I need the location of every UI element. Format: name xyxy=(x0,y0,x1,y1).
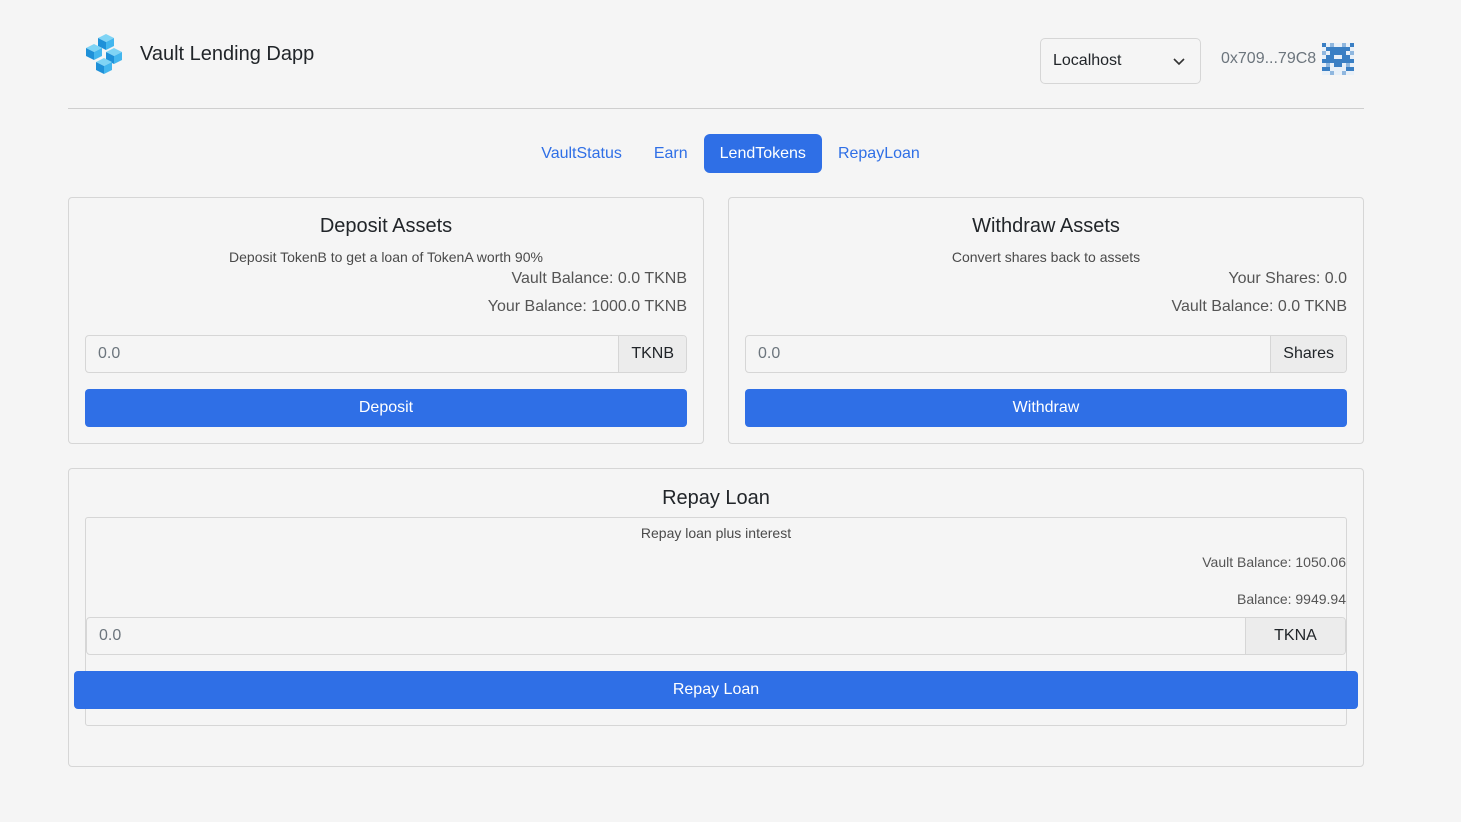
repay-unit-label: TKNA xyxy=(1245,618,1345,654)
deposit-button[interactable]: Deposit xyxy=(85,389,687,427)
deposit-amount-input[interactable] xyxy=(86,336,619,372)
repay-vault-balance: Vault Balance: 1050.06 xyxy=(1202,554,1346,570)
withdraw-amount-input[interactable] xyxy=(746,336,1271,372)
withdraw-subtitle: Convert shares back to assets xyxy=(951,249,1141,265)
withdraw-button[interactable]: Withdraw xyxy=(745,389,1347,427)
deposit-vault-balance: Vault Balance: 0.0 TKNB xyxy=(511,270,687,287)
withdraw-your-shares: Your Shares: 0.0 xyxy=(1228,270,1347,287)
repay-loan-button[interactable]: Repay Loan xyxy=(74,671,1358,709)
app-name: Vault Lending Dapp xyxy=(140,42,315,65)
deposit-title: Deposit Assets xyxy=(319,215,453,237)
deposit-unit-label: TKNB xyxy=(618,336,686,372)
tab-vaultstatus[interactable]: VaultStatus xyxy=(525,134,638,173)
repay-balance: Balance: 9949.94 xyxy=(1237,591,1346,607)
deposit-input-group: TKNB xyxy=(85,335,687,373)
nav-tabs: VaultStatus Earn LendTokens RepayLoan xyxy=(0,134,1461,173)
network-select[interactable]: Localhost xyxy=(1040,38,1201,84)
withdraw-unit-label: Shares xyxy=(1270,336,1346,372)
tab-lendtokens[interactable]: LendTokens xyxy=(703,134,822,173)
deposit-subtitle: Deposit TokenB to get a loan of TokenA w… xyxy=(229,249,543,265)
repay-title: Repay Loan xyxy=(662,487,770,509)
app-root: Vault Lending Dapp Localhost 0x709...79C… xyxy=(0,0,1461,822)
withdraw-card: Withdraw Assets Convert shares back to a… xyxy=(728,197,1364,444)
deposit-card: Deposit Assets Deposit TokenB to get a l… xyxy=(68,197,704,444)
chevron-down-icon xyxy=(1173,58,1185,66)
repay-card: Repay Loan Repay loan plus interest Vaul… xyxy=(68,468,1364,767)
repay-input-group: TKNA xyxy=(86,617,1346,655)
account-address: 0x709...79C8 xyxy=(1221,50,1317,67)
withdraw-input-group: Shares xyxy=(745,335,1347,373)
repay-subtitle: Repay loan plus interest xyxy=(640,525,792,541)
tab-earn[interactable]: Earn xyxy=(638,134,704,173)
header: Vault Lending Dapp Localhost 0x709...79C… xyxy=(68,0,1364,109)
identicon-avatar xyxy=(1322,43,1355,75)
deposit-your-balance: Your Balance: 1000.0 TKNB xyxy=(487,298,687,315)
tab-repayloan[interactable]: RepayLoan xyxy=(822,134,936,173)
repay-amount-input[interactable] xyxy=(87,618,1245,654)
brand[interactable]: Vault Lending Dapp xyxy=(82,32,314,76)
cube-logo-icon xyxy=(86,34,122,74)
withdraw-title: Withdraw Assets xyxy=(972,215,1120,237)
withdraw-vault-balance: Vault Balance: 0.0 TKNB xyxy=(1171,298,1347,315)
network-select-value: Localhost xyxy=(1053,52,1122,69)
account-info[interactable]: 0x709...79C8 xyxy=(1221,43,1355,75)
